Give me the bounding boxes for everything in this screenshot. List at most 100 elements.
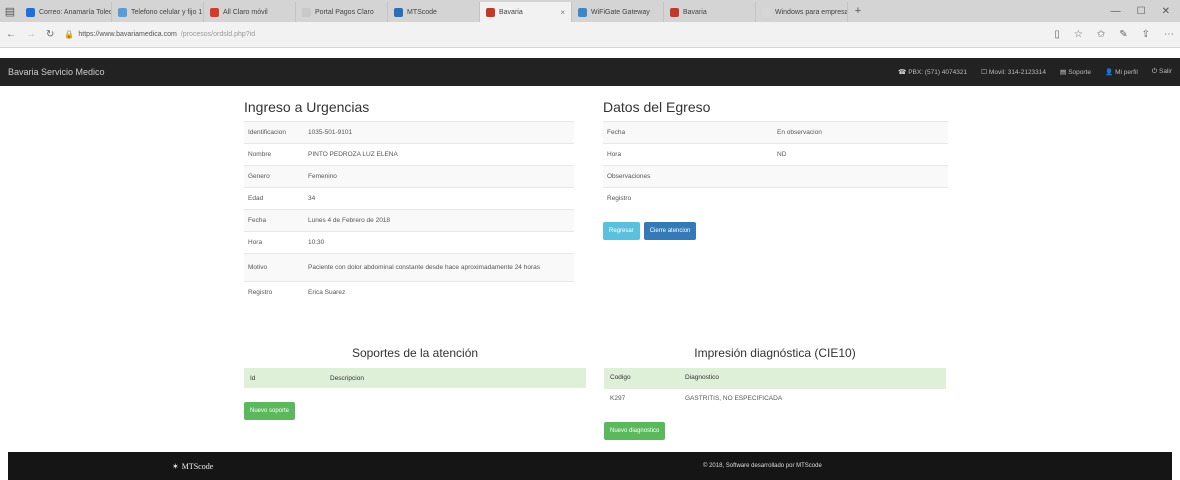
- table-row: K297 GASTRITIS, NO ESPECIFICADA: [604, 387, 946, 408]
- table-row: Edad 34: [244, 187, 574, 210]
- footer-logo-text: MTScode: [181, 461, 214, 471]
- row-label: Hora: [603, 143, 773, 166]
- egreso-table: Fecha En observacion Hora ND Observaciones Re…: [603, 121, 948, 210]
- impresion-title: Impresión diagnóstica (CIE10): [694, 346, 856, 360]
- browser-tab[interactable]: MTScode: [388, 2, 480, 22]
- browser-tab-label: Bavaria: [683, 8, 707, 16]
- nuevo-soporte-button[interactable]: Nuevo soporte: [244, 402, 296, 420]
- mtscode-logo-icon: ✶: [172, 461, 179, 471]
- table-row: Fecha En observacion: [603, 121, 948, 144]
- close-window-icon[interactable]: ✕: [1162, 6, 1170, 17]
- row-value: PINTO PEDROZA LUZ ELENA: [304, 143, 574, 166]
- table-row: Hora 10:30: [244, 231, 574, 254]
- browser-tabs: Correo: Anamaría Toledo - Outlook Telefon…: [20, 0, 848, 22]
- page-footer: ✶ MTScode © 2018, Software desarrollado …: [8, 452, 1172, 480]
- row-label: Identificacion: [244, 121, 304, 144]
- row-value: Erica Suarez: [304, 281, 574, 304]
- navbar-link-icon: ☎: [898, 69, 907, 76]
- row-value: [773, 187, 948, 210]
- more-menu-icon[interactable]: ⋯: [1164, 29, 1174, 40]
- table-row: Fecha Lunes 4 de Febrero de 2018: [244, 209, 574, 232]
- browser-tab[interactable]: Portal Pagos Claro: [296, 2, 388, 22]
- navbar-link-icon: 👤: [1104, 69, 1114, 76]
- impresion-col-diagnostico: Diagnostico: [679, 368, 946, 388]
- row-value: [773, 165, 948, 188]
- ingreso-panel: Ingreso a Urgencias Identificacion 1035-5…: [244, 99, 574, 304]
- ingreso-title: Ingreso a Urgencias: [244, 99, 370, 115]
- row-value: Paciente con dolor abdominal constante d…: [304, 253, 574, 282]
- back-icon[interactable]: ←: [6, 29, 16, 40]
- table-row: Genero Femenino: [244, 165, 574, 188]
- new-tab-button[interactable]: +: [848, 0, 868, 22]
- browser-tab-label: Correo: Anamaría Toledo - Outlook: [39, 8, 111, 16]
- tab-favicon-icon: [26, 7, 35, 17]
- navbar-link-label: Soporte: [1068, 69, 1091, 76]
- row-value: Lunes 4 de Febrero de 2018: [304, 209, 574, 232]
- share-icon[interactable]: ⇪: [1142, 29, 1150, 40]
- browser-tab-label: Bavaria: [499, 8, 523, 16]
- notes-pen-icon[interactable]: ✎: [1119, 29, 1127, 40]
- tab-favicon-icon: [118, 7, 127, 17]
- navbar-link[interactable]: ⏻ Salir: [1152, 68, 1172, 76]
- soportes-panel: Soportes de la atención Id Descripcion N…: [244, 346, 586, 420]
- browser-tab[interactable]: All Claro móvil: [204, 2, 296, 22]
- brand-title[interactable]: Bavaria Servicio Medico: [8, 67, 105, 77]
- forward-icon[interactable]: →: [26, 29, 36, 40]
- footer-logo: ✶ MTScode: [172, 462, 213, 471]
- maximize-icon[interactable]: ☐: [1137, 6, 1146, 17]
- browser-tabs-menu-icon[interactable]: ▤: [0, 0, 20, 22]
- refresh-icon[interactable]: ↻: [46, 29, 54, 40]
- favorites-hub-icon[interactable]: ✩: [1097, 29, 1105, 40]
- app-navbar: Bavaria Servicio Medico ☎ PBX: (571) 4074…: [0, 58, 1180, 86]
- cierre-atencion-button[interactable]: Cierre atencion: [643, 221, 697, 240]
- egreso-title: Datos del Egreso: [603, 99, 711, 115]
- row-value: En observacion: [773, 121, 948, 144]
- address-bar: ← → ↻ 🔒 https://www.bavariamedica.com/pr…: [0, 22, 1180, 48]
- browser-tab[interactable]: Bavaria ×: [480, 2, 572, 22]
- reading-view-icon[interactable]: ▯: [1054, 29, 1060, 40]
- browser-tab-label: WiFiGate Gateway: [591, 8, 650, 16]
- tab-favicon-icon: [486, 7, 495, 17]
- row-label: Motivo: [244, 253, 304, 282]
- soportes-title: Soportes de la atención: [351, 346, 479, 360]
- soportes-col-id: Id: [244, 368, 324, 388]
- favorite-star-icon[interactable]: ☆: [1074, 29, 1083, 40]
- url-path: /procesos/ordsld.php?id: [180, 31, 256, 38]
- nuevo-diagnostico-button[interactable]: Nuevo diagnostico: [604, 422, 666, 440]
- row-label: Hora: [244, 231, 304, 254]
- browser-tab-label: Telefono celular y fijo 1: [131, 8, 203, 16]
- lock-icon: 🔒: [64, 30, 75, 39]
- tab-favicon-icon: [578, 7, 587, 17]
- browser-tab-label: Windows para empresas: [775, 8, 848, 16]
- row-value: 10:30: [304, 231, 574, 254]
- table-row: Identificacion 1035-501-9101: [244, 121, 574, 144]
- footer-copyright: © 2018, Software desarrollado por MTScod…: [703, 463, 822, 469]
- url-field[interactable]: 🔒 https://www.bavariamedica.com/procesos…: [64, 30, 1044, 39]
- navbar-link[interactable]: ▤ Soporte: [1060, 68, 1091, 76]
- row-value: Femenino: [304, 165, 574, 188]
- impresion-col-codigo: Codigo: [604, 368, 679, 388]
- navbar-link-label: Mi perfil: [1115, 69, 1138, 76]
- navbar-link[interactable]: ☐ Movil: 314-2123314: [981, 68, 1046, 76]
- navbar-link[interactable]: ☎ PBX: (571) 4074321: [898, 68, 967, 76]
- navbar-link-icon: ⏻: [1151, 68, 1157, 75]
- navbar-links: ☎ PBX: (571) 4074321 ☐ Movil: 314-2123314 ▤ S…: [898, 68, 1172, 76]
- tab-favicon-icon: [394, 7, 403, 17]
- browser-tab[interactable]: Correo: Anamaría Toledo - Outlook: [20, 2, 112, 22]
- tab-favicon-icon: [762, 7, 771, 17]
- row-label: Observaciones: [603, 165, 773, 188]
- browser-tab[interactable]: Windows para empresas: [756, 2, 848, 22]
- browser-tab[interactable]: Bavaria: [664, 2, 756, 22]
- tab-favicon-icon: [670, 7, 679, 17]
- row-value: 34: [304, 187, 574, 210]
- impresion-panel: Impresión diagnóstica (CIE10) Codigo Dia…: [604, 346, 946, 440]
- close-tab-icon[interactable]: ×: [560, 8, 565, 17]
- table-row: Registro Erica Suarez: [244, 281, 574, 304]
- minimize-icon[interactable]: —: [1111, 6, 1121, 17]
- browser-tab[interactable]: WiFiGate Gateway: [572, 2, 664, 22]
- regresar-button[interactable]: Regresar: [603, 221, 640, 240]
- navbar-link[interactable]: 👤 Mi perfil: [1105, 68, 1138, 76]
- row-label: Fecha: [244, 209, 304, 232]
- table-row: Motivo Paciente con dolor abdominal const…: [244, 253, 574, 282]
- browser-tab[interactable]: Telefono celular y fijo 1: [112, 2, 204, 22]
